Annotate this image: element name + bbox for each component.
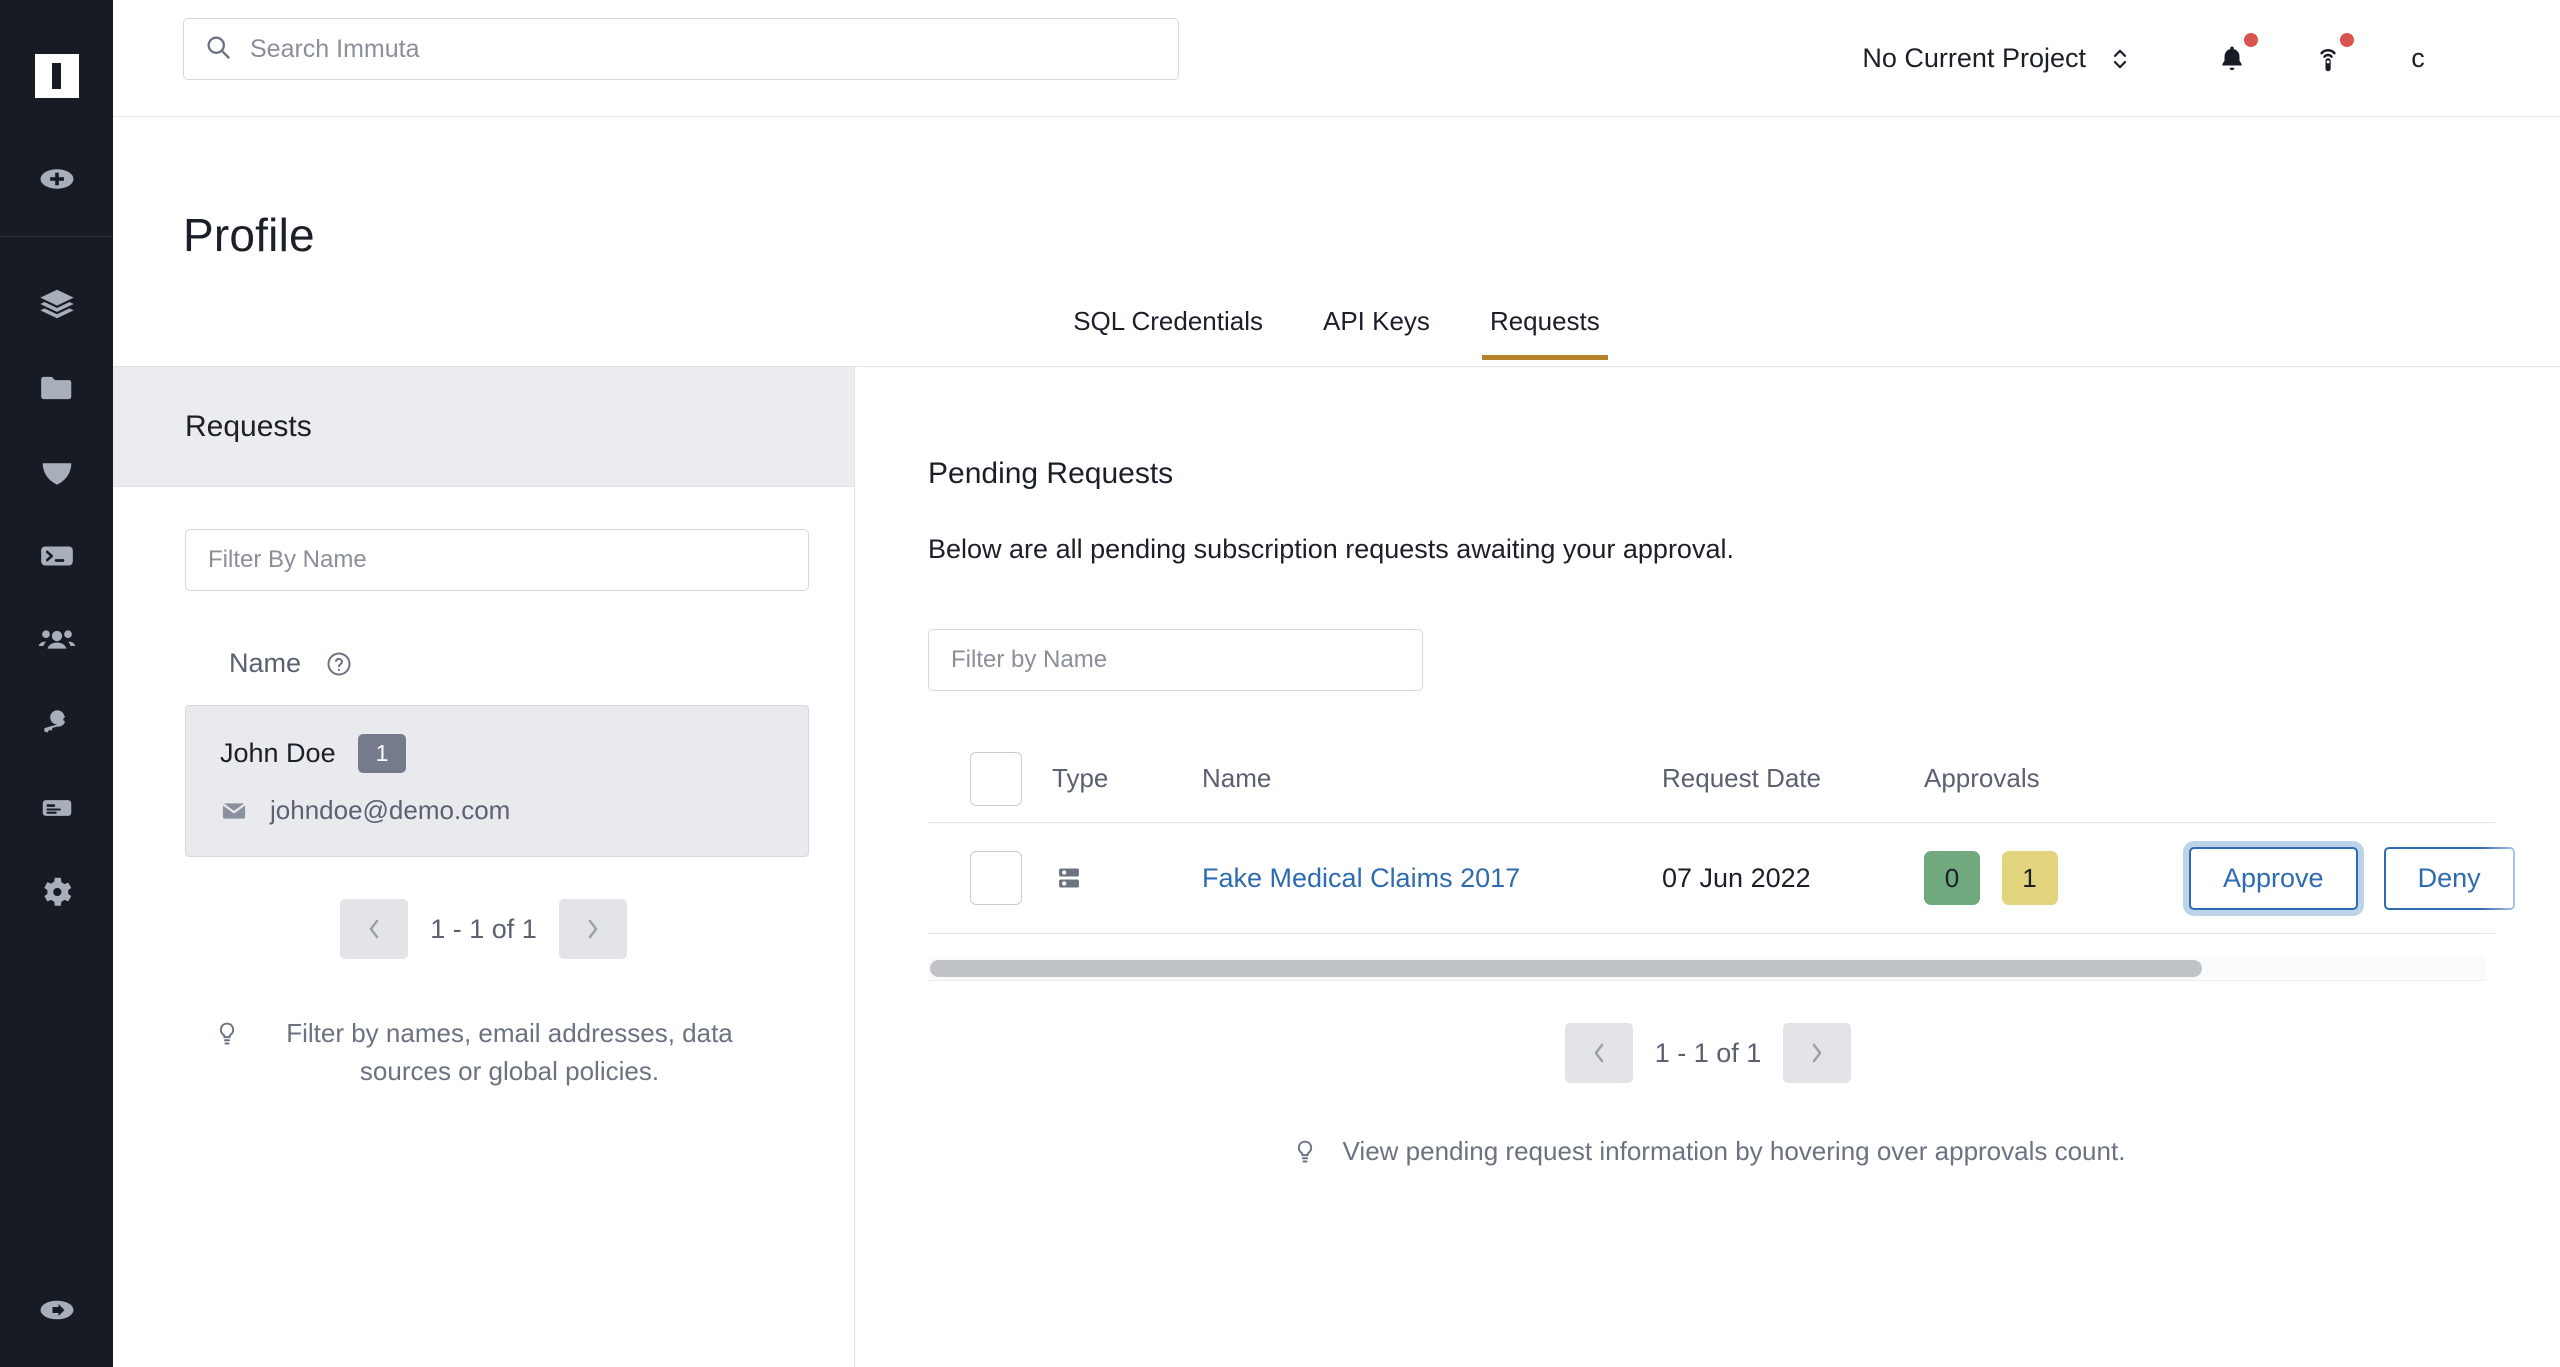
tab-api-keys[interactable]: API Keys (1293, 300, 1460, 359)
search-icon (204, 33, 232, 66)
side-panel-hint: Filter by names, email addresses, data s… (185, 1015, 782, 1090)
requests-side-panel: Requests Name John Doe 1 johndoe@demo.co… (113, 367, 855, 1367)
main-subtitle: Below are all pending subscription reque… (928, 534, 1734, 564)
broadcast-button[interactable] (2296, 27, 2360, 91)
tab-requests[interactable]: Requests (1460, 300, 1630, 360)
column-header-request-date[interactable]: Request Date (1662, 763, 1924, 794)
person-request-count-badge: 1 (357, 734, 407, 773)
gear-icon[interactable] (34, 869, 80, 915)
page-title: Profile (183, 209, 315, 261)
top-bar: No Current Project c (113, 0, 2560, 117)
person-name: John Doe (220, 738, 336, 768)
side-panel-body: Name John Doe 1 johndoe@demo.com 1 - 1 o… (113, 487, 854, 1090)
lightbulb-icon (1291, 1137, 1319, 1174)
row-actions-cell: Approve Deny (2189, 846, 2515, 910)
key-icon[interactable] (34, 701, 80, 747)
row-select-cell (928, 851, 1052, 905)
pending-requests-panel: Pending Requests Below are all pending s… (856, 367, 2560, 1367)
table-header-row: Type Name Request Date Approvals (928, 735, 2496, 823)
person-email-row: johndoe@demo.com (220, 795, 774, 826)
requests-pagination: 1 - 1 of 1 (856, 1023, 2560, 1083)
column-header-name[interactable]: Name (1202, 763, 1662, 794)
side-panel-title: Requests (185, 409, 312, 443)
global-search[interactable] (183, 18, 1179, 80)
notification-badge-dot (2244, 32, 2258, 47)
person-list-item[interactable]: John Doe 1 johndoe@demo.com (185, 705, 809, 857)
logo-bar (52, 63, 61, 89)
requests-hint-text: View pending request information by hove… (1342, 1136, 2126, 1166)
main-title: Pending Requests (928, 457, 1174, 490)
row-request-date: 07 Jun 2022 (1662, 862, 1811, 893)
column-header-type[interactable]: Type (1052, 763, 1202, 794)
pending-requests-table: Type Name Request Date Approvals Fake Me… (928, 735, 2515, 934)
terminal-icon[interactable] (34, 533, 80, 579)
side-filter-input[interactable] (185, 529, 809, 591)
requests-pagination-range: 1 - 1 of 1 (1654, 1037, 1762, 1068)
lightbulb-icon (213, 1019, 241, 1056)
tab-sql-credentials[interactable]: SQL Credentials (1043, 300, 1293, 359)
table-row: Fake Medical Claims 2017 07 Jun 2022 0 1… (928, 823, 2515, 934)
project-selector-label: No Current Project (1862, 43, 2086, 73)
immuta-logo-icon[interactable] (34, 54, 79, 98)
person-name-row: John Doe 1 (220, 734, 774, 773)
rail-icon-list (0, 237, 113, 915)
scrollbar-thumb[interactable] (930, 960, 2202, 977)
row-approvals-cell: 0 1 (1924, 851, 2189, 905)
chevron-up-down-icon (2108, 44, 2132, 74)
chevron-left-icon[interactable] (340, 899, 409, 959)
avatar[interactable]: c (2386, 43, 2450, 74)
top-bar-right: No Current Project c (1862, 0, 2450, 117)
users-icon[interactable] (34, 617, 80, 663)
approvals-current-badge[interactable]: 0 (1924, 851, 1980, 905)
row-type-cell (1052, 861, 1202, 895)
profile-tabs: SQL Credentials API Keys Requests (113, 300, 2560, 367)
logout-circle-icon[interactable] (34, 1287, 80, 1333)
question-circle-icon[interactable] (325, 650, 353, 678)
chevron-right-icon[interactable] (558, 899, 627, 959)
side-panel-pagination: 1 - 1 of 1 (185, 899, 782, 959)
row-checkbox[interactable] (970, 851, 1022, 905)
layers-icon[interactable] (34, 281, 80, 327)
select-all-cell (928, 751, 1052, 806)
table-horizontal-scrollbar[interactable] (928, 955, 2486, 981)
chevron-right-icon[interactable] (1783, 1023, 1852, 1083)
search-input[interactable] (250, 34, 1158, 64)
server-icon (1052, 861, 1202, 895)
plus-circle-icon[interactable] (34, 156, 80, 202)
side-column-header: Name (185, 648, 782, 679)
chevron-left-icon[interactable] (1564, 1023, 1633, 1083)
notifications-button[interactable] (2200, 27, 2264, 91)
side-pagination-range: 1 - 1 of 1 (430, 913, 537, 944)
person-email: johndoe@demo.com (270, 795, 511, 825)
project-selector[interactable]: No Current Project (1862, 43, 2132, 74)
mail-icon (220, 797, 248, 825)
folder-icon[interactable] (34, 365, 80, 411)
rail-logo-group (0, 0, 113, 130)
side-column-label-name: Name (229, 648, 302, 678)
shield-icon[interactable] (34, 449, 80, 495)
requests-filter-input[interactable] (928, 629, 1423, 691)
requests-hint: View pending request information by hove… (856, 1133, 2560, 1174)
column-header-approvals[interactable]: Approvals (1924, 763, 2189, 794)
rail-bottom-group (0, 1287, 113, 1333)
left-nav-rail (0, 0, 113, 1367)
select-all-checkbox[interactable] (970, 751, 1022, 806)
report-icon[interactable] (34, 785, 80, 831)
side-panel-hint-text: Filter by names, email addresses, data s… (286, 1018, 733, 1086)
approve-button[interactable]: Approve (2189, 846, 2358, 910)
deny-button[interactable]: Deny (2383, 846, 2515, 910)
approvals-required-badge[interactable]: 1 (2001, 851, 2058, 905)
broadcast-badge-dot (2340, 32, 2354, 47)
side-panel-header: Requests (113, 367, 854, 487)
data-source-link[interactable]: Fake Medical Claims 2017 (1202, 863, 1520, 893)
row-name-cell: Fake Medical Claims 2017 (1202, 863, 1662, 894)
